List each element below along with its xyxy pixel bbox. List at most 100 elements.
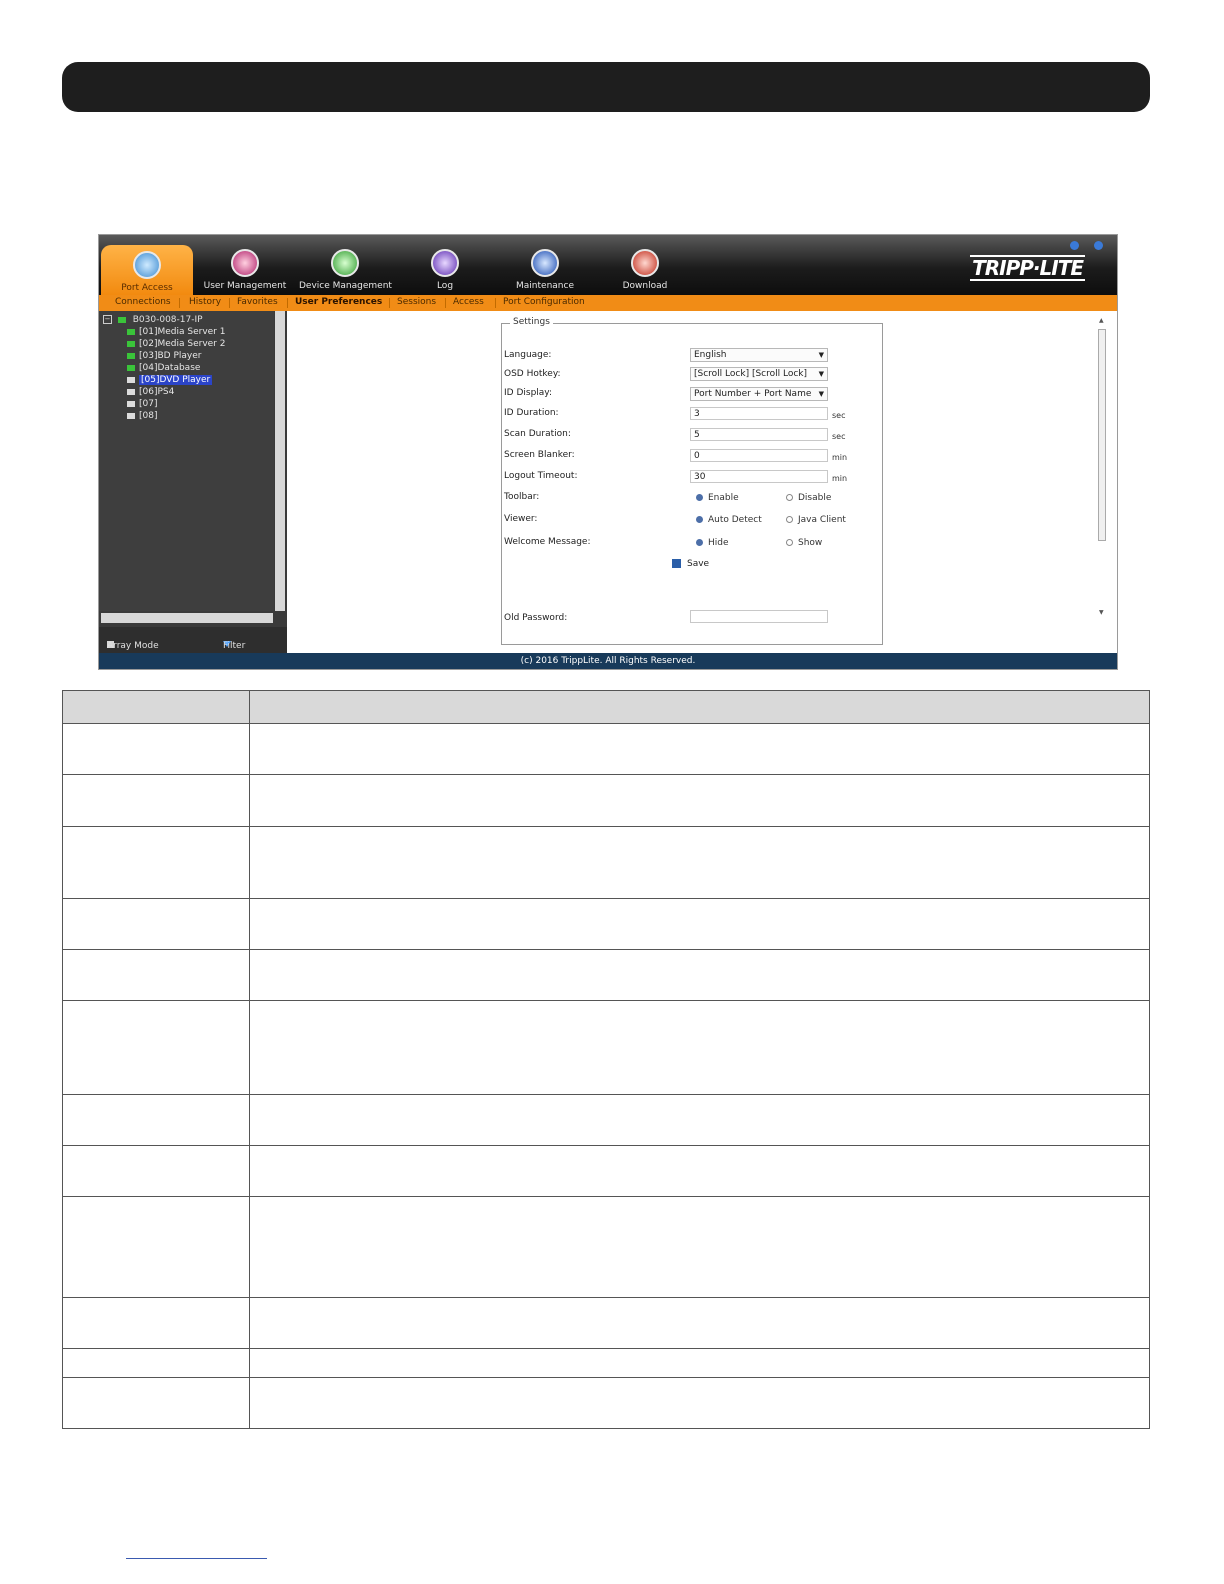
table-cell <box>62 826 250 899</box>
subtab-connections[interactable]: Connections <box>115 297 171 307</box>
help-icon[interactable] <box>1070 241 1079 250</box>
table-cell <box>62 774 250 827</box>
scan-duration-label: Scan Duration: <box>504 429 571 439</box>
tree-item-selected[interactable]: [05]DVD Player <box>127 375 213 385</box>
settings-group: Settings Language: English ▼ OSD Hotkey: … <box>501 317 883 645</box>
save-label: Save <box>687 559 710 569</box>
tree-item[interactable]: [04]Database <box>127 363 200 373</box>
table-cell <box>62 1196 250 1298</box>
scan-duration-input[interactable]: 5 <box>690 428 828 441</box>
scroll-up-icon[interactable]: ▲ <box>1099 317 1104 324</box>
tree-item[interactable]: [01]Media Server 1 <box>127 327 225 337</box>
table-header-cell <box>62 690 250 724</box>
nav-tab-device-management[interactable]: Device Management <box>299 243 392 295</box>
app-footer: (c) 2016 TrippLite. All Rights Reserved. <box>99 653 1117 669</box>
subtab-divider <box>389 298 390 308</box>
table-row <box>62 774 1150 827</box>
old-password-input[interactable] <box>690 610 828 623</box>
logout-timeout-label: Logout Timeout: <box>504 471 578 481</box>
scroll-down-icon[interactable]: ▼ <box>1099 609 1104 616</box>
table-row <box>62 723 1150 775</box>
port-tree-sidebar: − B030-008-17-IP [01]Media Server 1 [02]… <box>99 311 287 653</box>
viewer-java-client-radio[interactable]: Java Client <box>786 515 846 525</box>
subtab-history[interactable]: History <box>189 297 221 307</box>
subtab-port-configuration[interactable]: Port Configuration <box>503 297 585 307</box>
nav-tab-port-access[interactable]: Port Access <box>101 245 193 295</box>
table-cell <box>62 723 250 775</box>
osd-hotkey-select[interactable]: [Scroll Lock] [Scroll Lock] ▼ <box>690 367 828 381</box>
language-label: Language: <box>504 350 552 360</box>
table-header-row <box>62 690 1150 724</box>
id-display-select[interactable]: Port Number + Port Name ▼ <box>690 387 828 401</box>
scrollbar-thumb[interactable] <box>1098 329 1106 541</box>
language-select[interactable]: English ▼ <box>690 348 828 362</box>
radio-unselected-icon <box>786 516 793 523</box>
sub-navigation: Connections History Favorites User Prefe… <box>99 295 1117 311</box>
table-cell <box>62 949 250 1001</box>
chevron-down-icon: ▼ <box>818 370 824 378</box>
nav-tab-maintenance[interactable]: Maintenance <box>499 243 591 295</box>
welcome-hide-label: Hide <box>708 538 729 548</box>
content-vertical-scrollbar[interactable]: ▲ ▼ <box>1097 317 1107 617</box>
screen-blanker-input[interactable]: 0 <box>690 449 828 462</box>
port-tree: − B030-008-17-IP [01]Media Server 1 [02]… <box>99 311 274 611</box>
subtab-favorites[interactable]: Favorites <box>237 297 278 307</box>
tree-vertical-scrollbar[interactable] <box>275 311 285 611</box>
collapse-icon[interactable]: − <box>103 315 112 324</box>
app-header: Port Access User Management Device Manag… <box>99 235 1117 295</box>
old-password-label: Old Password: <box>504 613 568 623</box>
radio-selected-icon <box>696 539 703 546</box>
switch-icon <box>117 316 126 323</box>
computer-icon <box>127 412 135 419</box>
viewer-auto-detect-radio[interactable]: Auto Detect <box>696 515 762 525</box>
tree-item[interactable]: [07] <box>127 399 157 409</box>
table-cell <box>249 1377 1150 1429</box>
id-duration-label: ID Duration: <box>504 408 559 418</box>
welcome-message-label: Welcome Message: <box>504 537 591 547</box>
tree-item[interactable]: [03]BD Player <box>127 351 201 361</box>
logout-timeout-unit: min <box>832 474 848 483</box>
subtab-divider <box>179 298 180 308</box>
table-cell <box>62 1000 250 1095</box>
table-row <box>62 826 1150 899</box>
subtab-sessions[interactable]: Sessions <box>397 297 436 307</box>
table-cell <box>249 898 1150 950</box>
radio-unselected-icon <box>786 539 793 546</box>
computer-icon <box>127 364 135 371</box>
table-cell <box>62 898 250 950</box>
tree-horizontal-scrollbar[interactable] <box>101 613 273 623</box>
nav-tab-download[interactable]: Download <box>599 243 691 295</box>
description-table <box>62 690 1150 1429</box>
tree-item-label: [06]PS4 <box>139 387 175 397</box>
subtab-access[interactable]: Access <box>453 297 484 307</box>
tree-root[interactable]: − B030-008-17-IP <box>103 315 203 325</box>
subtab-user-preferences[interactable]: User Preferences <box>295 297 382 307</box>
tree-item[interactable]: [08] <box>127 411 157 421</box>
viewer-label: Viewer: <box>504 514 538 524</box>
tree-item-label: [03]BD Player <box>139 351 202 361</box>
download-icon <box>631 249 659 277</box>
tree-item-label: [04]Database <box>139 363 201 373</box>
viewer-auto-detect-label: Auto Detect <box>708 515 762 525</box>
footer-link-underline <box>126 1558 267 1559</box>
save-button[interactable]: Save <box>672 559 709 569</box>
tree-item[interactable]: [06]PS4 <box>127 387 174 397</box>
computer-icon <box>127 400 135 407</box>
logout-timeout-input[interactable]: 30 <box>690 470 828 483</box>
toolbar-disable-radio[interactable]: Disable <box>786 493 831 503</box>
logout-icon[interactable] <box>1094 241 1103 250</box>
welcome-hide-radio[interactable]: Hide <box>696 538 729 548</box>
tree-item[interactable]: [02]Media Server 2 <box>127 339 225 349</box>
radio-unselected-icon <box>786 494 793 501</box>
id-duration-input[interactable]: 3 <box>690 407 828 420</box>
welcome-show-radio[interactable]: Show <box>786 538 822 548</box>
nav-tab-log[interactable]: Log <box>399 243 491 295</box>
table-row <box>62 1348 1150 1378</box>
toolbar-enable-radio[interactable]: Enable <box>696 493 739 503</box>
nav-tab-user-management[interactable]: User Management <box>199 243 291 295</box>
log-icon <box>431 249 459 277</box>
computer-icon <box>127 340 135 347</box>
toolbar-enable-label: Enable <box>708 493 739 503</box>
table-row <box>62 1094 1150 1146</box>
table-row <box>62 1196 1150 1298</box>
